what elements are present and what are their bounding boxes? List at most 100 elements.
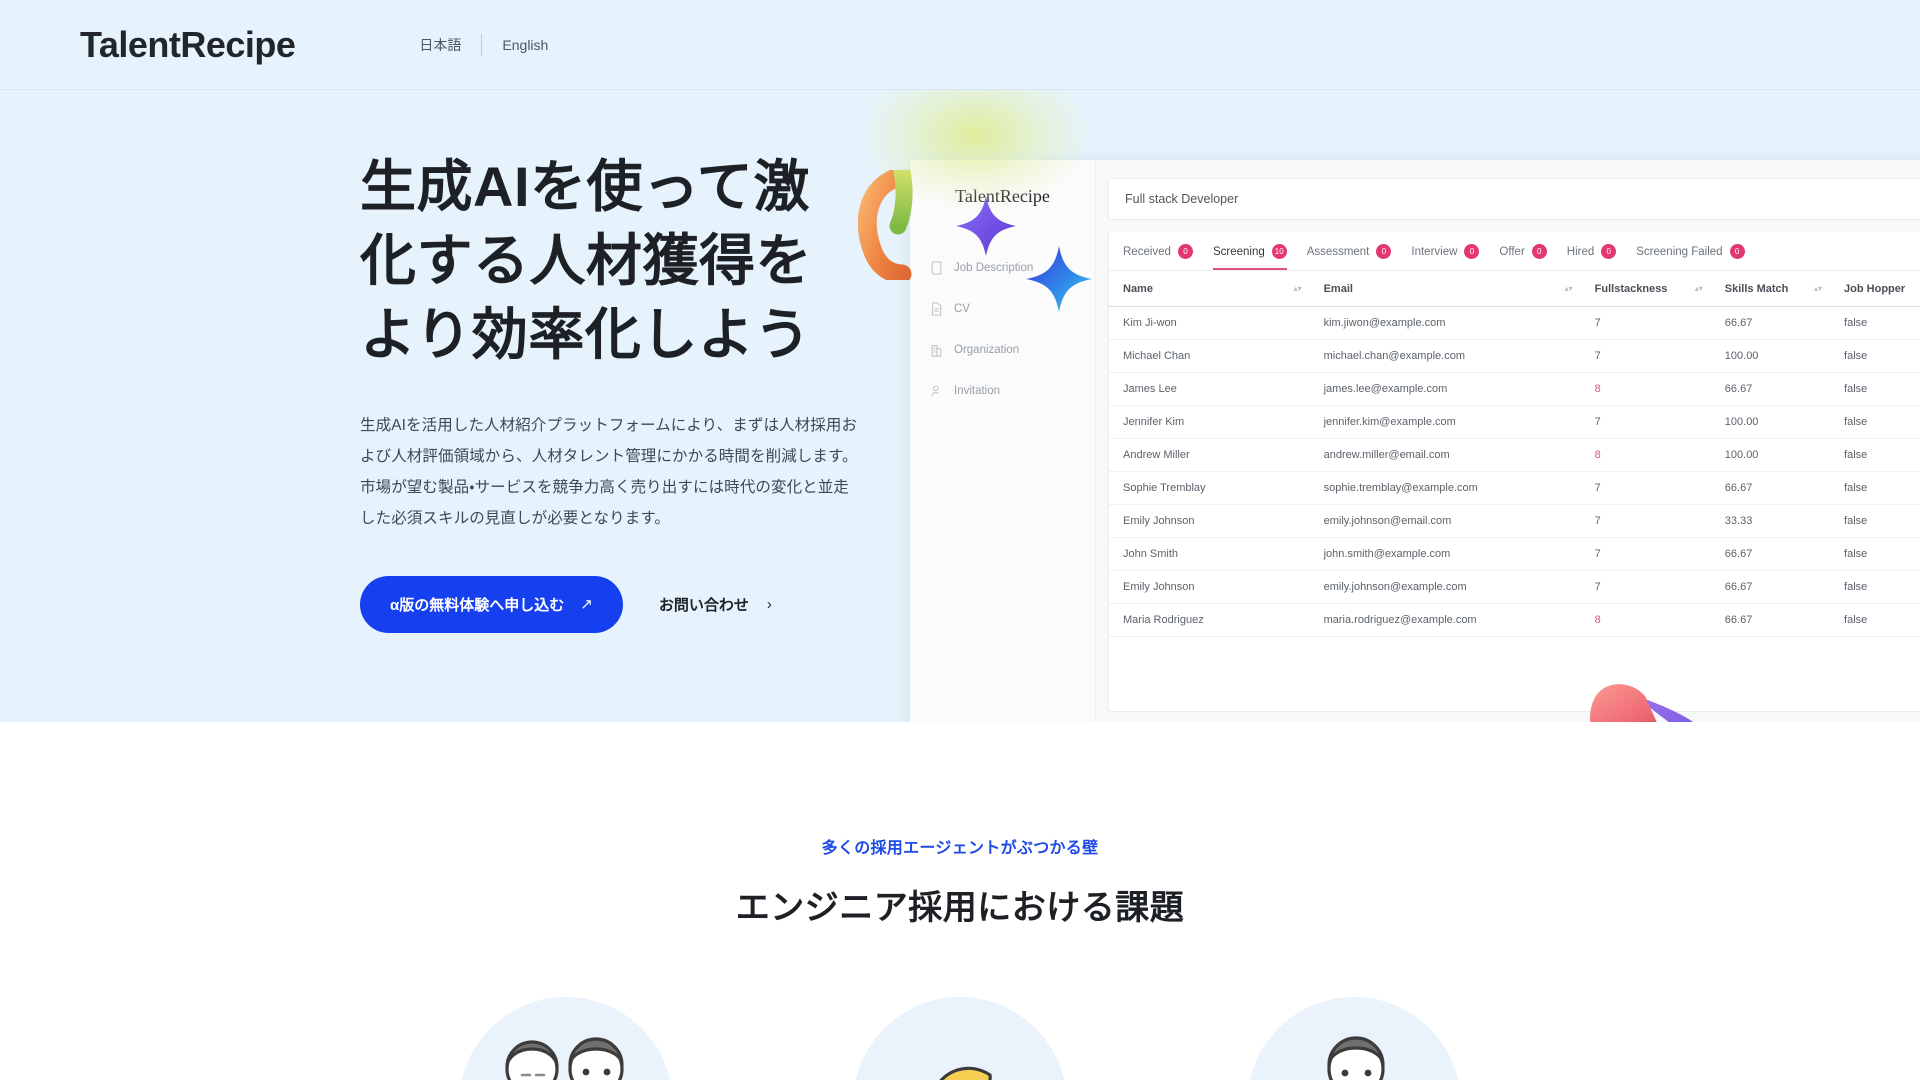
tab-received[interactable]: Received 0 xyxy=(1123,244,1193,270)
app-main: Full stack Developer Received 0 Screenin… xyxy=(1096,160,1920,722)
table-row[interactable]: Kim Ji-won kim.jiwon@example.com 7 66.67 fal… xyxy=(1109,306,1920,340)
section-title: エンジニア採用における課題 xyxy=(735,889,1185,927)
candidate-skills-match: 100.00 xyxy=(1710,339,1831,373)
candidate-job-hopper: false xyxy=(1830,438,1920,472)
candidate-job-hopper: false xyxy=(1830,306,1920,340)
app-nav-label: Job Description xyxy=(954,262,1034,274)
tab-badge: 10 xyxy=(1271,244,1287,259)
tab-assessment[interactable]: Assessment 0 xyxy=(1307,244,1392,270)
candidate-skills-match: 66.67 xyxy=(1710,570,1831,604)
table-row[interactable]: Michael Chan michael.chan@example.com 7 100… xyxy=(1109,339,1920,373)
candidate-email: jennifer.kim@example.com xyxy=(1309,405,1581,439)
candidate-email: andrew.miller@email.com xyxy=(1309,438,1581,472)
candidate-name: Maria Rodriguez xyxy=(1109,603,1310,637)
tab-interview[interactable]: Interview 0 xyxy=(1411,244,1480,270)
landing-page: TalentRecipe 日本語 English 生成AIを使って激 化する人材… xyxy=(0,0,1920,1080)
file-text-icon xyxy=(932,302,942,316)
candidate-fullstackness: 8 xyxy=(1580,438,1711,472)
contact-button[interactable]: お問い合わせ › xyxy=(659,594,772,615)
tab-label: Received xyxy=(1123,245,1171,258)
column-header-email[interactable]: Email ▴▾ xyxy=(1309,271,1581,307)
table-row[interactable]: Andrew Miller andrew.miller@email.com 8 100… xyxy=(1109,438,1920,472)
column-label: Name xyxy=(1123,283,1153,295)
tab-label: Assessment xyxy=(1306,245,1370,258)
sort-icon: ▴▾ xyxy=(1293,284,1302,293)
tab-screening-failed[interactable]: Screening Failed 0 xyxy=(1636,244,1745,270)
free-trial-button[interactable]: α版の無料体験へ申し込む ↗ xyxy=(360,575,623,633)
candidate-job-hopper: false xyxy=(1830,339,1920,373)
tab-badge: 0 xyxy=(1729,244,1745,259)
column-label: Skills Match xyxy=(1724,283,1789,295)
candidate-job-hopper: false xyxy=(1830,603,1920,637)
hero-actions: α版の無料体験へ申し込む ↗ お問い合わせ › xyxy=(360,575,860,633)
app-sidebar: TalentRecipe Job Description CV Organiza… xyxy=(910,160,1096,722)
candidate-skills-match: 66.67 xyxy=(1710,603,1831,637)
candidate-fullstackness: 7 xyxy=(1580,537,1711,571)
app-nav-organization[interactable]: Organization xyxy=(910,335,1095,365)
column-header-job-hopper[interactable]: Job Hopper▴▾ xyxy=(1830,271,1920,307)
candidate-job-hopper: false xyxy=(1830,537,1920,571)
table-row[interactable]: Emily Johnson emily.johnson@email.com 7 33.… xyxy=(1109,504,1920,538)
tab-label: Interview xyxy=(1411,245,1458,258)
candidate-job-hopper: false xyxy=(1830,471,1920,505)
column-label: Job Hopper xyxy=(1844,283,1906,295)
tab-label: Screening xyxy=(1212,245,1265,258)
candidate-fullstackness: 7 xyxy=(1580,570,1711,604)
column-header-fullstackness[interactable]: Fullstackness ▴▾ xyxy=(1580,271,1711,307)
table-row[interactable]: Emily Johnson emily.johnson@example.com 7 6… xyxy=(1109,570,1920,604)
candidate-fullstackness: 7 xyxy=(1580,405,1711,439)
job-title-card[interactable]: Full stack Developer xyxy=(1108,178,1920,220)
candidate-job-hopper: false xyxy=(1830,405,1920,439)
table-row[interactable]: Jennifer Kim jennifer.kim@example.com 7 100… xyxy=(1109,405,1920,439)
site-header: TalentRecipe 日本語 English xyxy=(0,0,1920,90)
candidate-name: Emily Johnson xyxy=(1109,570,1310,604)
table-header-row: Name ▴▾ Email ▴▾ Fullstackness ▴▾ Skills Ma… xyxy=(1109,271,1920,307)
hero-title-line-1: 生成AIを使って激 xyxy=(360,155,810,218)
column-header-name[interactable]: Name ▴▾ xyxy=(1109,271,1310,307)
problem-card xyxy=(452,997,680,1080)
chevron-right-icon: › xyxy=(766,595,772,613)
candidate-fullstackness: 8 xyxy=(1580,603,1711,637)
candidate-job-hopper: false xyxy=(1830,504,1920,538)
candidate-fullstackness: 7 xyxy=(1580,504,1711,538)
tab-offer[interactable]: Offer 0 xyxy=(1499,244,1547,270)
language-switcher: 日本語 English xyxy=(419,33,548,56)
hero-section: 生成AIを使って激 化する人材獲得を より効率化しよう 生成AIを活用した人材紹… xyxy=(0,90,1920,722)
tab-label: Offer xyxy=(1499,245,1525,258)
candidate-email: emily.johnson@example.com xyxy=(1309,570,1581,604)
tab-label: Screening Failed xyxy=(1636,245,1723,258)
app-nav-cv[interactable]: CV xyxy=(910,294,1095,324)
candidate-fullstackness: 7 xyxy=(1580,471,1711,505)
app-nav-label: Organization xyxy=(954,344,1020,356)
arrow-up-right-icon: ↗ xyxy=(580,596,593,614)
candidate-name: John Smith xyxy=(1109,537,1310,571)
candidate-name: Kim Ji-won xyxy=(1109,306,1310,340)
lang-link-english[interactable]: English xyxy=(502,37,548,53)
tab-screening[interactable]: Screening 10 xyxy=(1212,244,1287,270)
sort-icon: ▴▾ xyxy=(1564,284,1573,293)
contact-button-label: お問い合わせ xyxy=(658,596,749,614)
candidate-email: kim.jiwon@example.com xyxy=(1309,306,1581,340)
tab-hired[interactable]: Hired 0 xyxy=(1566,244,1617,270)
app-nav-invitation[interactable]: Invitation xyxy=(910,376,1095,406)
table-row[interactable]: John Smith john.smith@example.com 7 66.67 fa… xyxy=(1109,537,1920,571)
table-row[interactable]: Maria Rodriguez maria.rodriguez@example.c… xyxy=(1109,603,1920,637)
lang-link-japanese[interactable]: 日本語 xyxy=(419,35,461,55)
brand-logo[interactable]: TalentRecipe xyxy=(80,24,296,66)
document-icon xyxy=(931,261,942,275)
candidate-name: James Lee xyxy=(1109,372,1310,406)
hero-copy: 生成AIを使って激 化する人材獲得を より効率化しよう 生成AIを活用した人材紹… xyxy=(360,150,860,633)
candidate-skills-match: 100.00 xyxy=(1710,438,1831,472)
building-icon xyxy=(931,345,942,357)
candidate-email: michael.chan@example.com xyxy=(1309,339,1581,373)
app-nav-job-description[interactable]: Job Description xyxy=(910,253,1095,283)
table-row[interactable]: James Lee james.lee@example.com 8 66.67 fals… xyxy=(1109,372,1920,406)
candidate-email: sophie.tremblay@example.com xyxy=(1309,471,1581,505)
column-label: Email xyxy=(1323,283,1353,295)
problem-cards xyxy=(0,997,1920,1080)
free-trial-button-label: α版の無料体験へ申し込む xyxy=(390,596,565,614)
tab-label: Hired xyxy=(1566,245,1595,258)
column-header-skills-match[interactable]: Skills Match ▴▾ xyxy=(1710,271,1831,307)
table-row[interactable]: Sophie Tremblay sophie.tremblay@example.c… xyxy=(1109,471,1920,505)
candidate-fullstackness: 8 xyxy=(1580,372,1711,406)
